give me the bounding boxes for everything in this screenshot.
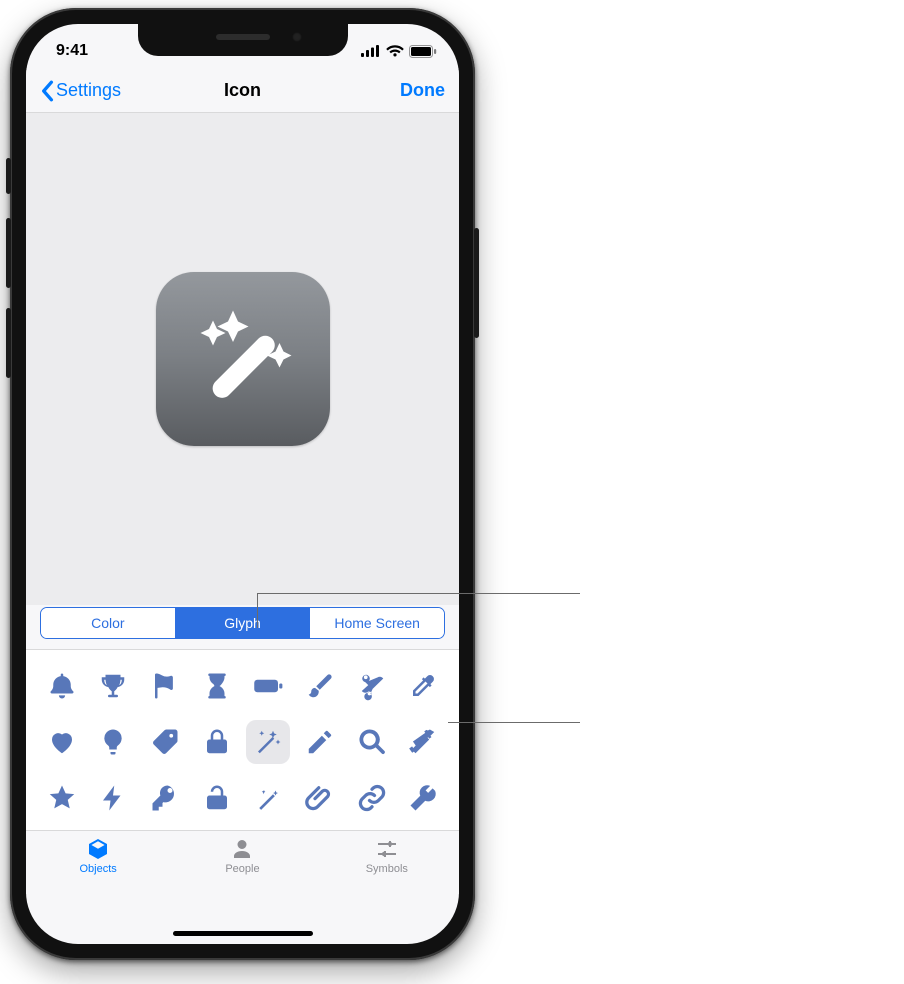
- tab-symbols[interactable]: Symbols: [315, 837, 458, 875]
- key-icon: [150, 783, 180, 813]
- scissors-icon: [357, 671, 387, 701]
- link-icon: [357, 783, 387, 813]
- glyph-unlock[interactable]: [195, 776, 239, 820]
- tab-people[interactable]: People: [171, 837, 314, 875]
- side-button: [6, 308, 11, 378]
- glyph-grid: [26, 650, 459, 830]
- glyph-bell[interactable]: [40, 664, 84, 708]
- hammer-icon: [408, 727, 438, 757]
- wrench-icon: [408, 783, 438, 813]
- tab-label: People: [225, 863, 259, 875]
- navigation-bar: Settings Icon Done: [26, 68, 459, 112]
- lightbulb-icon: [98, 727, 128, 757]
- magnifier-icon: [357, 727, 387, 757]
- glyph-hourglass[interactable]: [195, 664, 239, 708]
- glyph-magnifier[interactable]: [350, 720, 394, 764]
- person-icon: [229, 837, 255, 861]
- glyph-heart[interactable]: [40, 720, 84, 764]
- flag-icon: [150, 671, 180, 701]
- glyph-eyedropper[interactable]: [401, 664, 445, 708]
- callout-line: [257, 593, 258, 628]
- star-icon: [47, 783, 77, 813]
- battery-icon: [409, 45, 437, 58]
- glyph-pencil[interactable]: [298, 720, 342, 764]
- glyph-bolt[interactable]: [91, 776, 135, 820]
- glyph-brush[interactable]: [298, 664, 342, 708]
- heart-icon: [47, 727, 77, 757]
- glyph-key[interactable]: [143, 776, 187, 820]
- glyph-star[interactable]: [40, 776, 84, 820]
- done-button[interactable]: Done: [400, 80, 445, 101]
- glyph-paperclip[interactable]: [298, 776, 342, 820]
- segmented-control: Color Glyph Home Screen: [40, 607, 445, 639]
- glyph-battery[interactable]: [246, 664, 290, 708]
- glyph-wrench[interactable]: [401, 776, 445, 820]
- back-label: Settings: [56, 80, 121, 101]
- icon-preview: [156, 272, 330, 446]
- segment-home-screen[interactable]: Home Screen: [310, 608, 444, 638]
- unlock-icon: [202, 783, 232, 813]
- callout-line: [448, 722, 580, 723]
- side-button: [474, 228, 479, 338]
- icon-preview-area: [26, 113, 459, 605]
- magic-wand-icon: [253, 727, 283, 757]
- glyph-wand[interactable]: [246, 776, 290, 820]
- bolt-icon: [98, 783, 128, 813]
- cube-icon: [85, 837, 111, 861]
- status-time: 9:41: [56, 42, 88, 60]
- wifi-icon: [386, 45, 404, 57]
- callout-line: [257, 593, 580, 594]
- cellular-icon: [361, 45, 381, 57]
- glyph-flag[interactable]: [143, 664, 187, 708]
- trophy-icon: [98, 671, 128, 701]
- magic-wand-icon: [183, 299, 303, 419]
- segment-color[interactable]: Color: [41, 608, 176, 638]
- notch: [138, 24, 348, 56]
- iphone-device-frame: 9:41 Settings Icon Done: [10, 8, 475, 960]
- tab-objects[interactable]: Objects: [27, 837, 170, 875]
- battery-icon: [253, 671, 283, 701]
- glyph-tag[interactable]: [143, 720, 187, 764]
- paperclip-icon: [305, 783, 335, 813]
- sliders-icon: [374, 837, 400, 861]
- glyph-link[interactable]: [350, 776, 394, 820]
- chevron-left-icon: [40, 80, 54, 102]
- tab-label: Objects: [80, 863, 117, 875]
- glyph-hammer[interactable]: [401, 720, 445, 764]
- side-button: [6, 158, 11, 194]
- glyph-category-tab-bar: Objects People Symbols: [26, 830, 459, 894]
- bell-icon: [47, 671, 77, 701]
- glyph-trophy[interactable]: [91, 664, 135, 708]
- tab-label: Symbols: [366, 863, 408, 875]
- segmented-control-container: Color Glyph Home Screen: [26, 605, 459, 649]
- brush-icon: [305, 671, 335, 701]
- hourglass-icon: [202, 671, 232, 701]
- glyph-scissors[interactable]: [350, 664, 394, 708]
- lock-icon: [202, 727, 232, 757]
- glyph-lightbulb[interactable]: [91, 720, 135, 764]
- glyph-magic-wand[interactable]: [246, 720, 290, 764]
- glyph-lock[interactable]: [195, 720, 239, 764]
- tag-icon: [150, 727, 180, 757]
- side-button: [6, 218, 11, 288]
- segment-glyph[interactable]: Glyph: [176, 608, 311, 638]
- home-indicator[interactable]: [173, 931, 313, 936]
- wand-icon: [253, 783, 283, 813]
- back-button[interactable]: Settings: [40, 79, 121, 102]
- pencil-icon: [305, 727, 335, 757]
- eyedropper-icon: [408, 671, 438, 701]
